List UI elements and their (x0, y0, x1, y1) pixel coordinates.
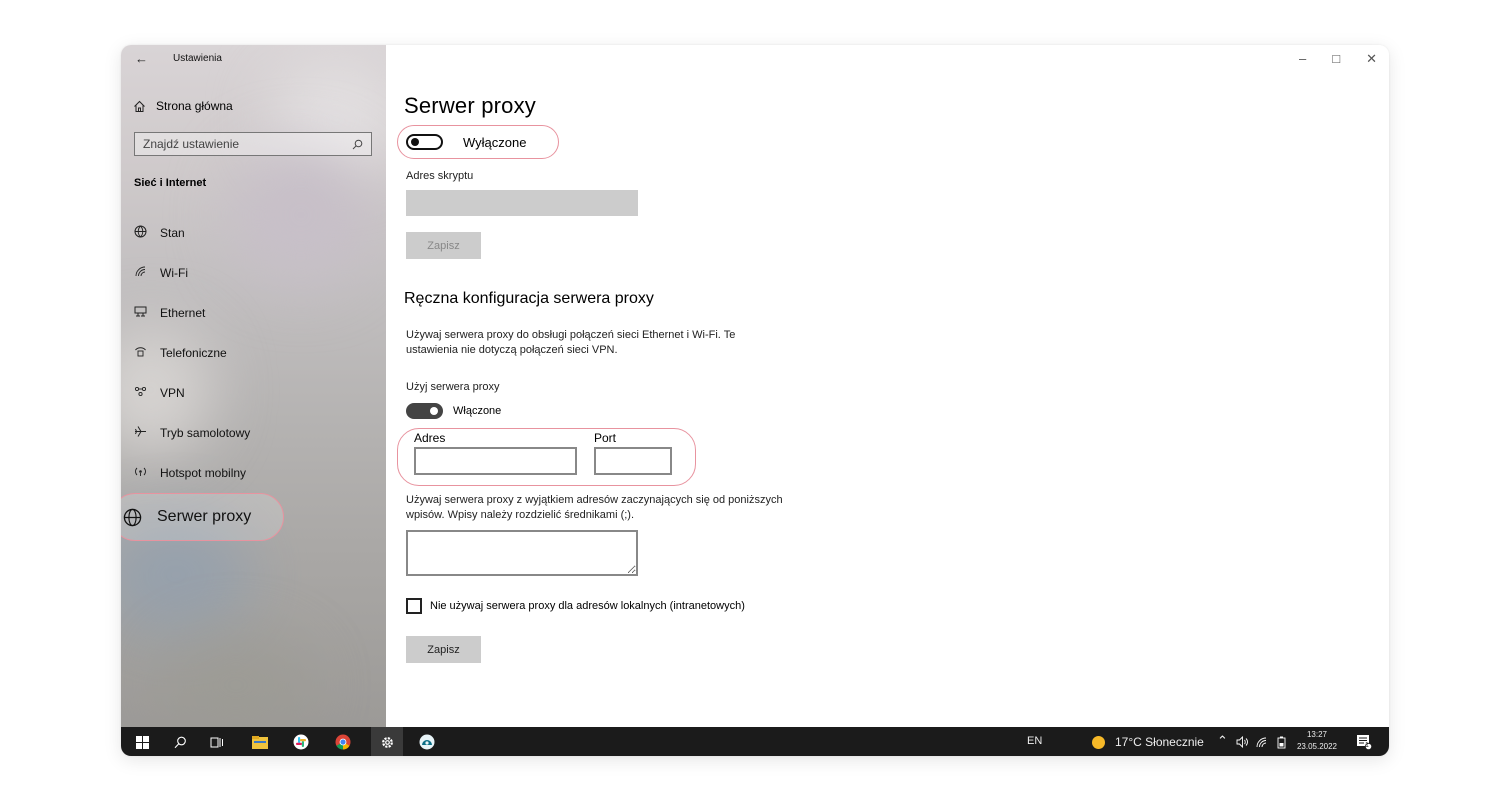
wifi-icon (133, 265, 147, 281)
main-content: – □ ✕ Serwer proxy Wyłączone Adres skryp… (386, 45, 1389, 727)
chrome-icon[interactable] (334, 733, 352, 751)
save-script-button[interactable]: Zapisz (406, 232, 481, 259)
sidebar-item-label: Strona główna (156, 99, 233, 113)
auto-proxy-toggle[interactable] (406, 134, 443, 150)
weather-label[interactable]: 17°C Słonecznie (1115, 735, 1204, 749)
sidebar-item-hotspot[interactable]: Hotspot mobilny (133, 465, 246, 481)
sun-weather-icon (1089, 733, 1107, 751)
globe-icon (123, 508, 142, 526)
sidebar-item-stan[interactable]: Stan (133, 225, 185, 241)
clock-date[interactable]: 23.05.2022 (1295, 742, 1339, 751)
language-indicator[interactable]: EN (1027, 735, 1042, 747)
sidebar-item-tryb-samolotowy[interactable]: Tryb samolotowy (133, 425, 250, 441)
toggle-state-label: Wyłączone (463, 134, 527, 150)
sidebar-item-serwer-proxy[interactable]: Serwer proxy (121, 493, 284, 541)
volume-icon[interactable] (1233, 733, 1251, 751)
sidebar-item-vpn[interactable]: VPN (133, 385, 185, 401)
script-address-label: Adres skryptu (406, 170, 474, 182)
sidebar-item-label: Stan (160, 226, 185, 240)
sidebar-item-home[interactable]: Strona główna (133, 99, 233, 113)
ethernet-icon (133, 305, 147, 321)
auto-detect-toggle-highlight: Wyłączone (397, 125, 559, 159)
local-bypass-row[interactable]: Nie używaj serwera proxy dla adresów lok… (406, 598, 745, 614)
hotspot-icon (133, 465, 147, 481)
sidebar-item-label: Serwer proxy (157, 508, 252, 525)
airplane-icon (133, 425, 147, 441)
local-bypass-label: Nie używaj serwera proxy dla adresów lok… (430, 600, 745, 612)
search-input[interactable]: Znajdź ustawienie (134, 132, 372, 156)
sidebar-item-label: Wi-Fi (160, 266, 188, 280)
notification-count: 1 (1365, 742, 1369, 749)
toggle-state-label: Włączone (453, 405, 502, 417)
vpn-icon (133, 385, 147, 401)
local-bypass-checkbox[interactable] (406, 598, 422, 614)
address-port-highlight: Adres Port (397, 428, 696, 486)
search-icon (352, 139, 363, 149)
clock-time[interactable]: 13:27 (1299, 730, 1335, 739)
sidebar-item-wifi[interactable]: Wi-Fi (133, 265, 188, 281)
app-title: Ustawienia (173, 53, 222, 64)
wifi-icon[interactable] (1253, 733, 1271, 751)
screen: ← Ustawienia Strona główna Znajdź ustawi… (121, 45, 1389, 756)
port-input[interactable] (594, 447, 672, 475)
home-icon (134, 100, 145, 112)
exceptions-description: Używaj serwera proxy z wyjątkiem adresów… (406, 494, 783, 521)
address-input[interactable] (414, 447, 577, 475)
manual-proxy-toggle-row: Włączone (406, 403, 501, 419)
manual-description: Używaj serwera proxy do obsługi połączeń… (406, 329, 736, 356)
port-label: Port (594, 431, 617, 445)
taskbar: EN 17°C Słonecznie ⌃ 13:27 23.05.2022 1 (121, 727, 1389, 756)
use-proxy-label: Użyj serwera proxy (406, 381, 500, 393)
sidebar-item-telefoniczne[interactable]: Telefoniczne (133, 345, 227, 361)
file-explorer-icon[interactable] (251, 733, 269, 751)
dialup-icon (133, 345, 147, 361)
task-view-icon[interactable] (208, 733, 226, 751)
sidebar-item-label: Tryb samolotowy (160, 426, 251, 440)
search-icon[interactable] (171, 733, 189, 751)
sidebar-item-ethernet[interactable]: Ethernet (133, 305, 205, 321)
app-circle-icon[interactable] (418, 733, 436, 751)
notification-icon[interactable] (1355, 733, 1373, 751)
exceptions-input[interactable] (406, 530, 638, 576)
sidebar-item-label: Ethernet (160, 306, 206, 320)
manual-section-title: Ręczna konfiguracja serwera proxy (404, 290, 654, 307)
slack-icon[interactable] (292, 733, 310, 751)
close-button[interactable]: ✕ (1366, 51, 1377, 67)
window-controls: – □ ✕ (1299, 51, 1377, 67)
manual-proxy-toggle[interactable] (406, 403, 443, 419)
sidebar-item-label: Telefoniczne (160, 346, 227, 360)
battery-icon[interactable] (1272, 733, 1290, 751)
settings-gear-icon[interactable] (378, 733, 396, 751)
settings-sidebar: ← Ustawienia Strona główna Znajdź ustawi… (121, 45, 386, 727)
maximize-button[interactable]: □ (1332, 51, 1340, 67)
chevron-up-icon[interactable]: ⌃ (1217, 733, 1228, 749)
script-address-input[interactable] (406, 190, 638, 216)
search-placeholder: Znajdź ustawienie (143, 137, 240, 151)
page-title: Serwer proxy (404, 93, 536, 118)
back-icon[interactable]: ← (135, 51, 148, 66)
save-manual-button[interactable]: Zapisz (406, 636, 481, 663)
globe-outline-icon (133, 225, 147, 241)
windows-start-icon[interactable] (133, 733, 151, 751)
minimize-button[interactable]: – (1299, 51, 1306, 67)
sidebar-item-label: VPN (160, 386, 185, 400)
sidebar-item-label: Hotspot mobilny (160, 466, 247, 480)
address-label: Adres (414, 431, 446, 445)
category-heading: Sieć i Internet (134, 177, 207, 189)
